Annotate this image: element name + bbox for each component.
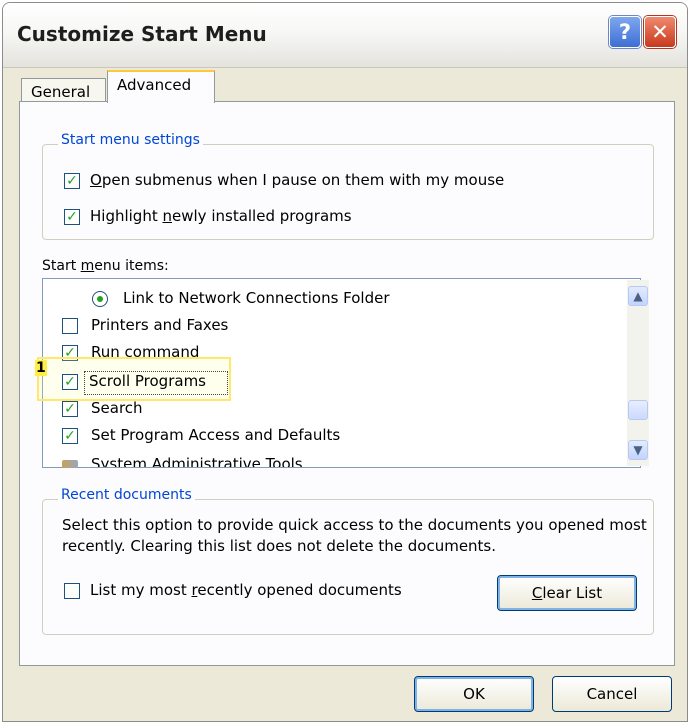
start-menu-settings-group [42, 144, 654, 240]
highlight-new-programs-label: Highlight newly installed programs [90, 207, 352, 225]
start-menu-settings-title: Start menu settings [58, 132, 203, 148]
clear-list-label: Clear List [531, 584, 603, 602]
chevron-up-icon: ▲ [633, 289, 643, 303]
check-icon: ✓ [64, 428, 76, 444]
check-icon: ✓ [66, 173, 78, 189]
help-button[interactable]: ? [609, 16, 641, 48]
annotation-number: 1 [35, 360, 47, 376]
clear-list-button[interactable]: Clear List [497, 575, 637, 611]
chevron-down-icon: ▼ [633, 443, 643, 457]
close-icon: ✕ [651, 20, 669, 44]
title-bar[interactable]: Customize Start Menu ? ✕ [3, 3, 687, 68]
start-menu-items-label: Start menu items: [42, 258, 169, 274]
list-item[interactable]: Set Program Access and Defaults [91, 426, 340, 444]
help-icon: ? [618, 20, 632, 44]
search-checkbox[interactable]: ✓ [62, 401, 78, 417]
list-item[interactable]: Printers and Faxes [91, 316, 228, 334]
check-icon: ✓ [64, 401, 76, 417]
run-command-checkbox[interactable]: ✓ [62, 345, 78, 361]
list-scrollbar[interactable]: ▲ ▼ [627, 280, 649, 466]
program-access-checkbox[interactable]: ✓ [62, 428, 78, 444]
check-icon: ✓ [66, 209, 78, 225]
close-button[interactable]: ✕ [644, 16, 676, 48]
open-submenus-checkbox[interactable]: ✓ [64, 173, 80, 189]
list-item[interactable]: Scroll Programs [89, 372, 206, 390]
scroll-down-button[interactable]: ▼ [628, 440, 648, 460]
scroll-up-button[interactable]: ▲ [628, 286, 648, 306]
tab-advanced[interactable]: Advanced [107, 70, 215, 103]
scroll-thumb[interactable] [628, 400, 648, 420]
cancel-button[interactable]: Cancel [552, 676, 672, 712]
recent-documents-title: Recent documents [58, 487, 195, 503]
check-icon: ✓ [64, 374, 76, 390]
highlight-new-programs-checkbox[interactable]: ✓ [64, 209, 80, 225]
list-item[interactable]: Run command [91, 343, 199, 361]
admin-tools-folder-icon [62, 460, 78, 468]
scroll-programs-checkbox[interactable]: ✓ [62, 374, 78, 390]
list-item-clipped[interactable]: System Administrative Tools [91, 455, 303, 467]
list-item[interactable]: Link to Network Connections Folder [123, 289, 390, 307]
list-recent-documents-label: List my most recently opened documents [90, 581, 402, 599]
list-recent-documents-checkbox[interactable] [64, 583, 80, 599]
network-connections-radio[interactable] [92, 291, 108, 307]
printers-faxes-checkbox[interactable] [62, 318, 78, 334]
window-title: Customize Start Menu [17, 22, 267, 46]
check-icon: ✓ [64, 345, 76, 361]
recent-documents-description: Select this option to provide quick acce… [62, 516, 647, 555]
ok-button[interactable]: OK [414, 676, 534, 712]
open-submenus-label: Open submenus when I pause on them with … [90, 171, 505, 189]
list-item[interactable]: Search [91, 399, 143, 417]
